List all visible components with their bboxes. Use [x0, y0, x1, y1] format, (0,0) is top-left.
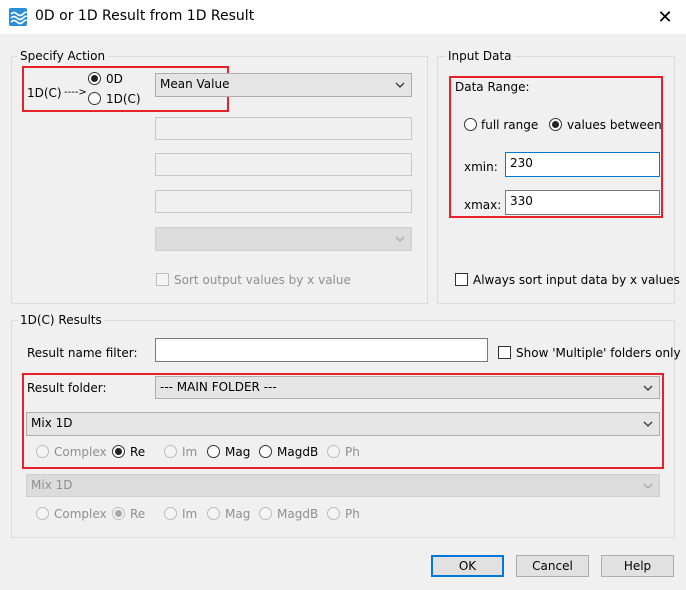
secondary-result-select[interactable]: Mix 1D [26, 474, 660, 497]
wave-icon [9, 8, 27, 26]
close-icon: ✕ [657, 6, 673, 28]
param-field-2[interactable] [155, 153, 412, 176]
radio-1dc[interactable] [88, 92, 101, 105]
primary-label-magdb: MagdB [277, 445, 319, 459]
radio-0d-label: 0D [106, 72, 123, 86]
secondary-radio-mag[interactable] [207, 507, 220, 520]
secondary-radio-complex[interactable] [36, 507, 49, 520]
secondary-radio-im[interactable] [164, 507, 177, 520]
xmin-input[interactable]: 230 [505, 152, 660, 177]
always-sort-checkbox[interactable] [455, 273, 468, 286]
show-multiple-checkbox[interactable] [498, 346, 511, 359]
primary-radio-magdb[interactable] [259, 445, 272, 458]
data-range-label: Data Range: [455, 80, 530, 94]
result-folder-select[interactable]: --- MAIN FOLDER --- [155, 376, 660, 399]
primary-label-mag: Mag [225, 445, 251, 459]
primary-label-complex: Complex [54, 445, 107, 459]
param-field-1[interactable] [155, 117, 412, 140]
values-between-label: values between [567, 118, 662, 132]
secondary-label-im: Im [182, 507, 198, 521]
radio-full-range[interactable] [464, 118, 477, 131]
ok-button[interactable]: OK [431, 555, 504, 577]
name-filter-input[interactable] [155, 338, 488, 362]
full-range-label: full range [481, 118, 539, 132]
secondary-label-complex: Complex [54, 507, 107, 521]
secondary-result-select-value: Mix 1D [31, 478, 73, 492]
primary-label-im: Im [182, 445, 198, 459]
always-sort-label: Always sort input data by x values [473, 273, 680, 287]
xmax-label: xmax: [464, 198, 502, 212]
primary-radio-im[interactable] [164, 445, 177, 458]
secondary-label-magdb: MagdB [277, 507, 319, 521]
sort-output-label: Sort output values by x value [174, 273, 351, 287]
action-select[interactable]: Mean Value [155, 73, 412, 97]
primary-radio-ph[interactable] [327, 445, 340, 458]
radio-1dc-label: 1D(C) [106, 92, 141, 106]
primary-result-select[interactable]: Mix 1D [26, 412, 660, 436]
secondary-radio-ph[interactable] [327, 507, 340, 520]
chevron-down-icon [643, 483, 653, 489]
action-select-value: Mean Value [160, 77, 230, 91]
sort-output-checkbox[interactable] [156, 273, 169, 286]
specify-action-legend: Specify Action [18, 49, 108, 63]
secondary-label-mag: Mag [225, 507, 251, 521]
cancel-button-label: Cancel [532, 559, 573, 573]
primary-label-ph: Ph [345, 445, 360, 459]
chevron-down-icon [395, 236, 405, 242]
chevron-down-icon [395, 82, 405, 88]
source-label: 1D(C) [27, 86, 62, 100]
help-button[interactable]: Help [601, 555, 674, 577]
results-legend: 1D(C) Results [18, 313, 104, 327]
xmax-input[interactable]: 330 [505, 190, 660, 215]
input-data-legend: Input Data [446, 49, 514, 63]
secondary-label-re: Re [130, 507, 146, 521]
param-select[interactable] [155, 227, 412, 251]
primary-radio-complex[interactable] [36, 445, 49, 458]
primary-result-select-value: Mix 1D [31, 416, 73, 430]
window-title: 0D or 1D Result from 1D Result [35, 8, 255, 24]
radio-0d[interactable] [88, 72, 101, 85]
help-button-label: Help [623, 559, 652, 573]
radio-values-between[interactable] [549, 118, 562, 131]
arrow-label: ----> [64, 87, 87, 98]
secondary-radio-magdb[interactable] [259, 507, 272, 520]
ok-button-label: OK [458, 559, 477, 573]
param-field-3[interactable] [155, 190, 412, 213]
xmin-label: xmin: [464, 160, 498, 174]
primary-label-re: Re [130, 445, 146, 459]
result-folder-label: Result folder: [27, 381, 107, 395]
chevron-down-icon [643, 421, 653, 427]
cancel-button[interactable]: Cancel [516, 555, 589, 577]
primary-radio-mag[interactable] [207, 445, 220, 458]
secondary-label-ph: Ph [345, 507, 360, 521]
result-folder-select-value: --- MAIN FOLDER --- [160, 380, 277, 394]
primary-radio-re[interactable] [112, 445, 125, 458]
show-multiple-label: Show 'Multiple' folders only [516, 346, 681, 360]
close-button[interactable]: ✕ [650, 3, 680, 31]
chevron-down-icon [643, 385, 653, 391]
secondary-radio-re[interactable] [112, 507, 125, 520]
name-filter-label: Result name filter: [27, 346, 138, 360]
